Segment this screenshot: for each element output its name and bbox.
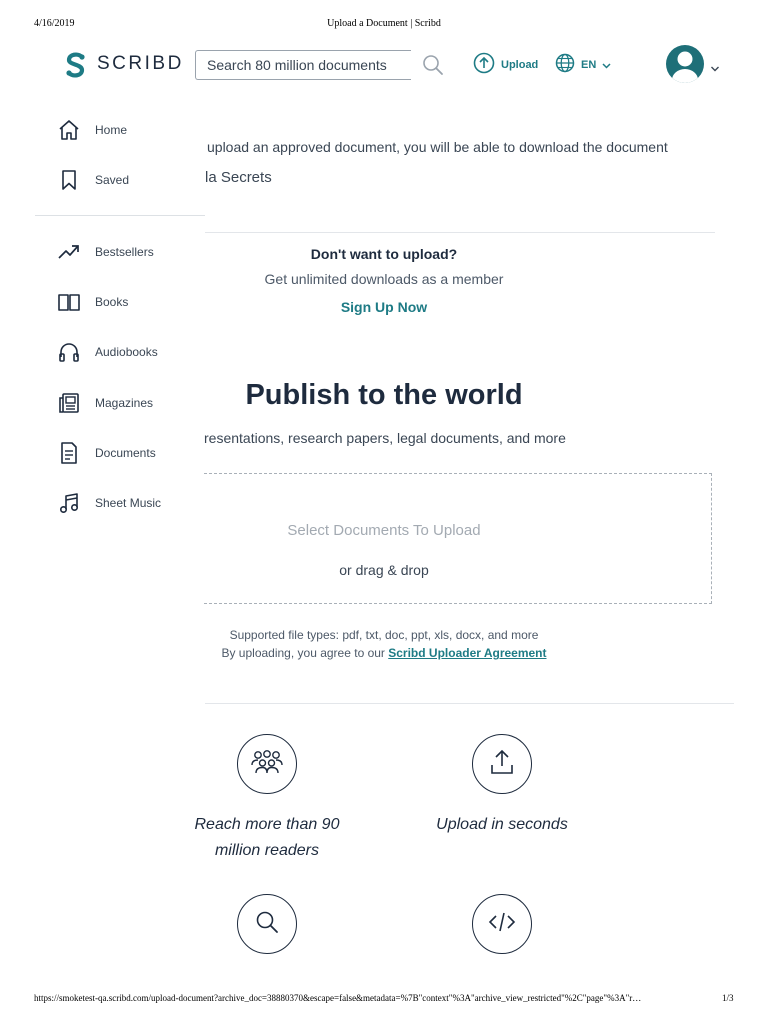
print-title: Upload a Document | Scribd (327, 18, 441, 29)
section-divider (205, 703, 734, 704)
page-title: Publish to the world (245, 379, 523, 411)
language-selector[interactable]: EN (555, 53, 611, 77)
feature-search-icon-circle (237, 894, 297, 954)
headphones-icon (56, 339, 82, 365)
people-icon (250, 749, 284, 780)
feature-reach-caption: Reach more than 90 million readers (176, 812, 358, 864)
agreement-line: By uploading, you agree to our Scribd Up… (205, 646, 563, 660)
feature-upload-caption: Upload in seconds (411, 812, 593, 838)
supported-file-types: Supported file types: pdf, txt, doc, ppt… (229, 628, 539, 642)
drag-drop-label: or drag & drop (339, 562, 429, 578)
bookmark-icon (56, 167, 82, 193)
sidebar-item-sheet-music[interactable]: Sheet Music (56, 488, 161, 518)
feature-caption-line: Upload in seconds (436, 816, 568, 833)
uploader-agreement-link[interactable]: Scribd Uploader Agreement (388, 646, 546, 660)
sidebar-item-bestsellers[interactable]: Bestsellers (56, 237, 154, 267)
document-icon (56, 440, 82, 466)
sidebar-item-documents[interactable]: Documents (56, 438, 156, 468)
trending-icon (56, 239, 82, 265)
feature-reach-icon-circle (237, 734, 297, 794)
upload-icon (489, 748, 515, 781)
upload-label: Upload (501, 59, 539, 71)
sidebar-item-label: Magazines (95, 396, 154, 410)
feature-code-icon-circle (472, 894, 532, 954)
intro-text: upload an approved document, you will be… (207, 139, 668, 155)
globe-icon (555, 53, 575, 78)
document-title: la Secrets (205, 169, 272, 186)
dont-upload-subtext: Get unlimited downloads as a member (264, 271, 504, 287)
magazine-icon (56, 390, 82, 416)
sign-up-link[interactable]: Sign Up Now (341, 299, 427, 315)
publish-subtitle: resentations, research papers, legal doc… (204, 430, 566, 446)
sidebar-item-label: Bestsellers (95, 245, 154, 259)
account-chevron-down-icon[interactable] (710, 60, 720, 72)
select-documents-button[interactable]: Select Documents To Upload (205, 522, 563, 539)
sidebar-item-home[interactable]: Home (56, 115, 127, 145)
print-page-number: 1/3 (722, 993, 734, 1003)
dont-upload-heading: Don't want to upload? (310, 246, 458, 262)
sidebar-item-label: Documents (95, 446, 156, 460)
language-label: EN (581, 59, 597, 71)
search-icon[interactable] (422, 54, 444, 76)
scribd-logo-icon[interactable] (64, 52, 88, 78)
sidebar-item-label: Home (95, 123, 128, 137)
book-icon (56, 289, 82, 315)
section-divider (205, 232, 715, 233)
chevron-down-icon (602, 56, 611, 74)
sidebar-item-audiobooks[interactable]: Audiobooks (56, 337, 158, 367)
music-icon (56, 490, 82, 516)
sidebar-item-magazines[interactable]: Magazines (56, 388, 153, 418)
sidebar-item-books[interactable]: Books (56, 287, 128, 317)
print-url: https://smoketest-qa.scribd.com/upload-d… (34, 993, 642, 1003)
feature-upload-icon-circle (472, 734, 532, 794)
search-icon (254, 909, 280, 940)
sidebar-item-saved[interactable]: Saved (56, 165, 129, 195)
avatar[interactable] (666, 45, 704, 83)
feature-caption-line: Reach more than 90 (194, 816, 340, 833)
home-icon (56, 117, 82, 143)
upload-circle-icon (473, 52, 495, 79)
agreement-prefix: By uploading, you agree to our (221, 646, 389, 660)
sidebar-item-label: Books (95, 295, 129, 309)
sidebar-item-label: Sheet Music (95, 496, 162, 510)
code-icon (488, 910, 516, 939)
sidebar-item-label: Audiobooks (95, 345, 158, 359)
sidebar-item-label: Saved (95, 173, 130, 187)
scribd-logo-text[interactable]: SCRIBD (97, 53, 184, 75)
search-input[interactable]: Search 80 million documents (195, 50, 411, 80)
sidebar-divider (35, 215, 205, 216)
upload-button[interactable]: Upload (473, 52, 539, 79)
feature-caption-line: million readers (214, 842, 320, 859)
